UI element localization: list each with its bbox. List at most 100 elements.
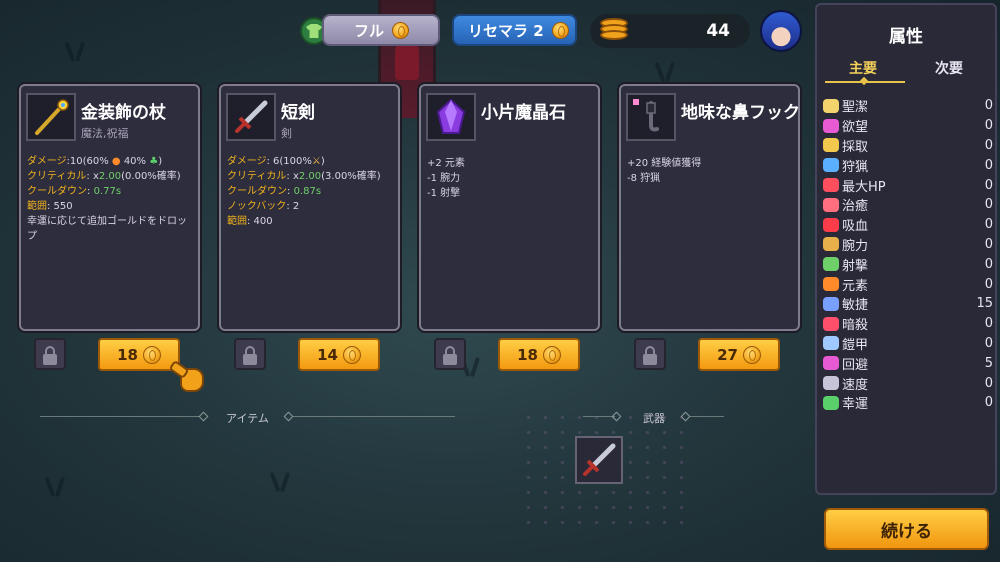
shop-item-card[interactable]: 地味な鼻フック +20 経験値獲得 -8 狩猟 (619, 84, 800, 331)
buy-button[interactable]: 18 (498, 338, 580, 371)
divider (690, 416, 724, 417)
weapons-section-label: 武器 (643, 412, 665, 425)
attribute-value: 0 (984, 98, 993, 114)
lock-button[interactable] (234, 338, 266, 370)
items-section-label: アイテム (226, 412, 269, 425)
stat-cooldown: クールダウン: 0.77s (27, 186, 122, 197)
attribute-row: 狩猟 0 (823, 155, 993, 175)
attribute-name: 聖潔 (842, 100, 869, 116)
short-sword-icon (583, 443, 616, 476)
pointer-hand-icon (170, 364, 204, 392)
divider (293, 416, 455, 417)
effect-line: -1 射撃 (427, 188, 461, 199)
item-tags: 魔法,祝福 (81, 127, 129, 140)
item-name: 金装飾の杖 (81, 103, 166, 123)
attribute-row: 採取 0 (823, 136, 993, 156)
attribute-name: 腕力 (842, 238, 869, 254)
divider (40, 416, 200, 417)
attribute-value: 0 (984, 256, 993, 272)
item-effects: +20 経験値獲得 -8 狩猟 (627, 156, 701, 186)
shop-item-card[interactable]: 金装飾の杖 魔法,祝福 ダメージ:10(60% ● 40% ♣) クリティカル:… (19, 84, 200, 331)
stat-range: 範囲: 400 (227, 216, 273, 227)
buy-button[interactable]: 27 (698, 338, 780, 371)
desire-heart-icon (823, 118, 839, 133)
attribute-row: 吸血 0 (823, 215, 993, 235)
coin-icon (551, 21, 569, 39)
buy-button[interactable]: 14 (298, 338, 380, 371)
item-stats: ダメージ: 6(100%⚔) クリティカル: x2.00(3.00%確率) クー… (227, 154, 381, 229)
speed-icon (823, 376, 839, 391)
attribute-row: 鎧甲 0 (823, 334, 993, 354)
attribute-value: 0 (984, 217, 993, 233)
effect-line: -1 腕力 (427, 173, 461, 184)
buy-button[interactable]: 18 (98, 338, 180, 371)
reroll-button[interactable]: リセマラ 2 (452, 14, 577, 46)
blood-drop-icon (823, 217, 839, 232)
coin-icon (342, 345, 361, 364)
tab-secondary[interactable]: 次要 (935, 58, 963, 78)
sword-icon: ⚔ (311, 156, 321, 167)
attribute-name: 敏捷 (842, 298, 869, 314)
attribute-name: 回避 (842, 357, 869, 373)
lock-button[interactable] (34, 338, 66, 370)
attribute-value: 0 (984, 335, 993, 351)
attribute-name: 射撃 (842, 258, 869, 274)
heal-icon (823, 197, 839, 212)
attribute-value: 0 (984, 276, 993, 292)
reroll-label: リセマラ 2 (468, 21, 544, 40)
effect-line: +2 元素 (427, 158, 465, 169)
attribute-value: 0 (984, 395, 993, 411)
attribute-name: 暗殺 (842, 318, 869, 334)
shop-item-card[interactable]: 小片魔晶石 +2 元素 -1 腕力 -1 射撃 (419, 84, 600, 331)
shop-item-card[interactable]: 短剣 剣 ダメージ: 6(100%⚔) クリティカル: x2.00(3.00%確… (219, 84, 400, 331)
continue-button[interactable]: 続ける (824, 508, 989, 550)
attribute-row: 幸運 0 (823, 393, 993, 413)
divider-diamond (198, 411, 209, 422)
short-sword-icon (226, 93, 276, 141)
attribute-row: 聖潔 0 (823, 96, 993, 116)
hunt-icon (823, 158, 839, 173)
attribute-row: 元素 0 (823, 274, 993, 294)
attribute-row: 最大HP 0 (823, 175, 993, 195)
attribute-name: 治癒 (842, 199, 869, 215)
item-effects: +2 元素 -1 腕力 -1 射撃 (427, 156, 465, 201)
price-value: 27 (717, 345, 738, 364)
attribute-row: 治癒 0 (823, 195, 993, 215)
full-label: フル (354, 21, 385, 40)
lock-button[interactable] (634, 338, 666, 370)
grass-decoration (60, 40, 90, 62)
attribute-value: 0 (984, 137, 993, 153)
attribute-row: 速度 0 (823, 373, 993, 393)
attribute-row: 欲望 0 (823, 116, 993, 136)
holy-icon (823, 98, 839, 113)
attribute-value: 0 (984, 197, 993, 213)
effect-line: +20 経験値獲得 (627, 158, 702, 169)
item-tags: 剣 (281, 127, 292, 140)
attribute-value: 0 (984, 236, 993, 252)
item-name: 地味な鼻フック (681, 103, 800, 123)
attribute-name: 鎧甲 (842, 337, 869, 353)
attribute-value: 15 (976, 296, 993, 312)
coin-stack-icon (598, 16, 632, 44)
divider (583, 416, 615, 417)
lock-button[interactable] (434, 338, 466, 370)
item-name: 小片魔晶石 (481, 103, 566, 123)
coin-icon (742, 345, 761, 364)
armor-icon (823, 336, 839, 351)
grass-decoration (650, 60, 680, 82)
nose-hook-icon (626, 93, 676, 141)
player-avatar[interactable] (760, 10, 802, 52)
attribute-row: 射撃 0 (823, 254, 993, 274)
clover-icon (823, 395, 839, 410)
continue-label: 続ける (881, 521, 932, 542)
full-button[interactable]: フル (322, 14, 440, 46)
attribute-row: 回避 5 (823, 353, 993, 373)
attribute-name: 最大HP (842, 179, 886, 195)
stat-damage: ダメージ: 6(100%⚔) (227, 156, 325, 167)
equipped-weapon-slot[interactable] (575, 436, 623, 484)
golden-staff-icon (26, 93, 76, 141)
attribute-name: 採取 (842, 139, 869, 155)
tab-primary[interactable]: 主要 (849, 58, 877, 78)
coin-icon (392, 21, 410, 39)
attribute-list: 聖潔 0 欲望 0 採取 0 狩猟 0 最大HP 0 治癒 0 吸血 0 腕力 0 射撃 0 元素 0 敏捷 15 暗殺 0 鎧… (823, 96, 993, 413)
